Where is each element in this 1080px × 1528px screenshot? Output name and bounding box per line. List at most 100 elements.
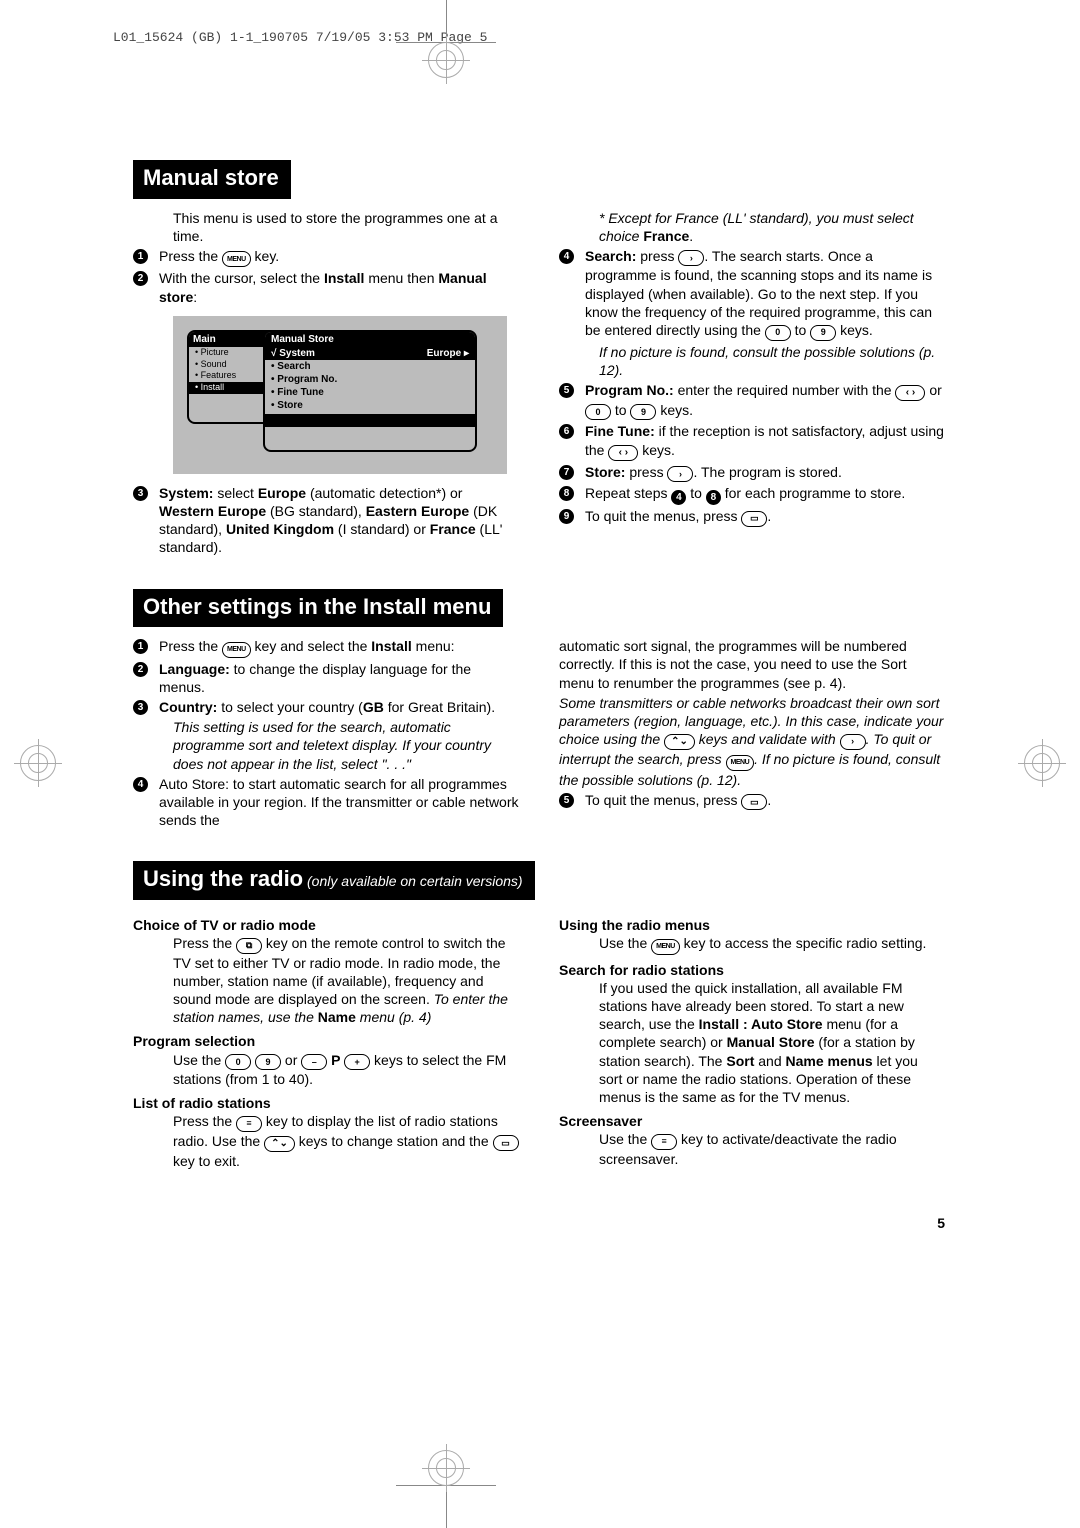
- step-5: 5 Program No.: enter the required number…: [559, 381, 945, 421]
- radio-h6: Screensaver: [559, 1112, 945, 1130]
- text: Press the: [173, 935, 236, 951]
- text: Country:: [159, 699, 217, 715]
- text: for each programme to store.: [721, 485, 905, 501]
- text: key to access the specific radio setting…: [680, 935, 927, 951]
- registration-mark: [428, 1450, 464, 1486]
- osd-header: Manual Store: [265, 332, 475, 347]
- radio-p5: If you used the quick installation, all …: [559, 979, 945, 1106]
- leftright-key-icon: ‹ ›: [895, 385, 925, 401]
- step-7: 7 Store: press ›. The program is stored.: [559, 463, 945, 483]
- section-title-other-settings: Other settings in the Install menu: [133, 589, 503, 628]
- page-content: Manual store This menu is used to store …: [133, 160, 945, 1172]
- right-key-icon: ›: [667, 466, 693, 482]
- text: (I standard) or: [334, 521, 430, 537]
- nine-key-icon: 9: [630, 404, 656, 420]
- text: .: [689, 228, 693, 244]
- text: P: [327, 1052, 344, 1068]
- menu-key-icon: MENU: [222, 642, 251, 658]
- text: Install: [371, 638, 411, 654]
- other-step-4: 4 Auto Store: to start automatic search …: [133, 775, 519, 830]
- quit-key-icon: ▭: [741, 794, 767, 810]
- text: Manual Store: [727, 1034, 815, 1050]
- text: Name: [318, 1009, 356, 1025]
- other-step-5: 5 To quit the menus, press ▭.: [559, 791, 945, 811]
- text: menu:: [412, 638, 455, 654]
- zero-key-icon: 0: [765, 325, 791, 341]
- text: Use the: [599, 935, 651, 951]
- text: To quit the menus, press: [585, 792, 741, 808]
- text: keys and validate with: [695, 731, 840, 747]
- step-4: 4 Search: press ›. The search starts. On…: [559, 247, 945, 341]
- text: Using the radio: [143, 866, 303, 891]
- text: Repeat steps: [585, 485, 671, 501]
- minus-key-icon: –: [301, 1054, 327, 1070]
- intro-text: This menu is used to store the programme…: [133, 209, 519, 245]
- radio-p3: Press the ≡ key to display the list of r…: [133, 1112, 519, 1170]
- step-2: 2 With the cursor, select the Install me…: [133, 269, 519, 305]
- text: to select your country (: [217, 699, 363, 715]
- registration-mark: [1024, 745, 1060, 781]
- radio-h2: Program selection: [133, 1032, 519, 1050]
- text: . The program is stored.: [693, 464, 841, 480]
- text: key.: [251, 248, 280, 264]
- text: System:: [159, 485, 213, 501]
- text: United Kingdom: [226, 521, 334, 537]
- text: or: [925, 382, 941, 398]
- text: Press the: [159, 638, 222, 654]
- text: Fine Tune:: [585, 423, 655, 439]
- registration-mark: [20, 745, 56, 781]
- text: Program No.:: [585, 382, 674, 398]
- text: to: [686, 485, 705, 501]
- registration-mark: [428, 42, 464, 78]
- text: keys.: [656, 402, 693, 418]
- step-6: 6 Fine Tune: if the reception is not sat…: [559, 422, 945, 460]
- zero-key-icon: 0: [585, 404, 611, 420]
- updown-key-icon: ⌃⌄: [264, 1136, 295, 1152]
- text: Auto Store: to start automatic search fo…: [159, 776, 519, 828]
- other-step-1: 1 Press the MENU key and select the Inst…: [133, 637, 519, 658]
- step-ref-icon: 8: [706, 490, 721, 505]
- text: To quit the menus, press: [585, 508, 741, 524]
- text: France: [643, 228, 689, 244]
- text: Install : Auto Store: [699, 1016, 823, 1032]
- text: Europe: [258, 485, 306, 501]
- text: or: [281, 1052, 301, 1068]
- radio-p2: Use the 0 9 or – P + keys to select the …: [133, 1051, 519, 1089]
- osd-sub-menu: Manual Store √ System Europe ▸ • Search …: [263, 330, 477, 452]
- list-key-icon: ≡: [236, 1116, 262, 1132]
- text: key to exit.: [173, 1153, 240, 1169]
- quit-key-icon: ▭: [741, 511, 767, 527]
- text: press: [636, 248, 678, 264]
- text: √ System: [271, 347, 315, 360]
- step-1: 1 Press the MENU key.: [133, 247, 519, 268]
- text: GB: [363, 699, 384, 715]
- text: enter the required number with the: [674, 382, 896, 398]
- nine-key-icon: 9: [255, 1054, 281, 1070]
- text: (automatic detection*) or: [306, 485, 462, 501]
- text: and: [754, 1053, 785, 1069]
- osd-row: • Fine Tune: [265, 386, 475, 399]
- other-step-2: 2 Language: to change the display langua…: [133, 660, 519, 696]
- text: key and select the: [251, 638, 372, 654]
- page-number: 5: [937, 1214, 945, 1232]
- subtitle: (only available on certain versions): [303, 873, 522, 889]
- text: menu then: [364, 270, 438, 286]
- right-key-icon: ›: [840, 734, 866, 750]
- radio-p4: Use the MENU key to access the specific …: [559, 934, 945, 955]
- text: Search:: [585, 248, 636, 264]
- updown-key-icon: ⌃⌄: [664, 734, 695, 750]
- text: menu (p. 4): [356, 1009, 431, 1025]
- country-note: This setting is used for the search, aut…: [133, 718, 519, 773]
- radio-h3: List of radio stations: [133, 1094, 519, 1112]
- text: Store:: [585, 464, 625, 480]
- no-picture-note: If no picture is found, consult the poss…: [559, 343, 945, 379]
- leftright-key-icon: ‹ ›: [608, 445, 638, 461]
- text: keys.: [836, 322, 873, 338]
- tvradio-key-icon: ⧉: [236, 938, 262, 954]
- text: press: [625, 464, 667, 480]
- text: Press the: [159, 248, 222, 264]
- osd-row-selected: √ System Europe ▸: [265, 347, 475, 360]
- auto-sort-text: automatic sort signal, the programmes wi…: [559, 637, 945, 692]
- text: :: [193, 289, 197, 305]
- step-8: 8 Repeat steps 4 to 8 for each programme…: [559, 484, 945, 505]
